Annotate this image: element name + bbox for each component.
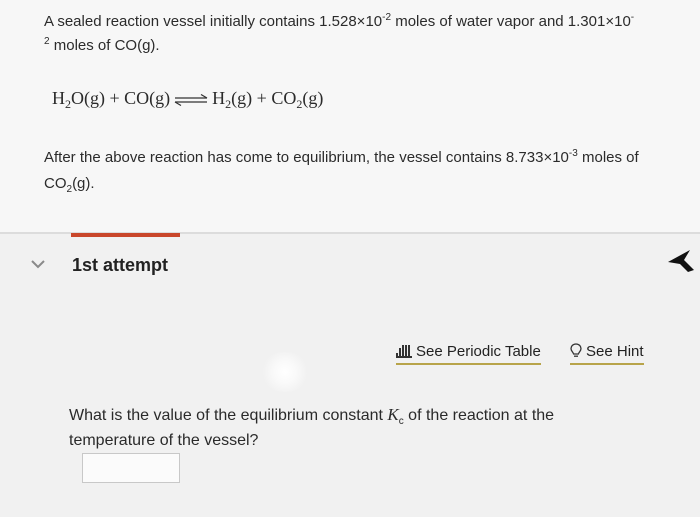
periodic-table-label: See Periodic Table xyxy=(416,343,541,360)
problem-text-line-2: 2 moles of CO(g). xyxy=(44,36,160,55)
question-text: What is the value of the equilibrium con… xyxy=(69,405,555,449)
light-glare xyxy=(260,352,310,392)
problem-text-line-1: A sealed reaction vessel initially conta… xyxy=(44,12,635,31)
periodic-table-icon xyxy=(396,345,412,358)
attempt-label[interactable]: 1st attempt xyxy=(72,255,168,276)
problem-panel xyxy=(0,0,700,232)
reaction-equation: H2O(g) + CO(g) H2(g) + CO2(g) xyxy=(52,88,324,111)
problem-text-line-3: After the above reaction has come to equ… xyxy=(44,148,639,167)
cursor-arrow-icon xyxy=(668,250,694,272)
chevron-down-icon[interactable] xyxy=(30,258,46,270)
attempt-accent-bar xyxy=(71,233,180,237)
answer-input[interactable] xyxy=(82,453,180,483)
lightbulb-icon xyxy=(570,343,582,357)
see-periodic-table-link[interactable]: See Periodic Table xyxy=(396,343,541,365)
problem-text-line-4: CO2(g). xyxy=(44,175,95,195)
hint-label: See Hint xyxy=(586,343,644,360)
equilibrium-arrow-icon xyxy=(174,93,208,106)
see-hint-link[interactable]: See Hint xyxy=(570,343,644,365)
